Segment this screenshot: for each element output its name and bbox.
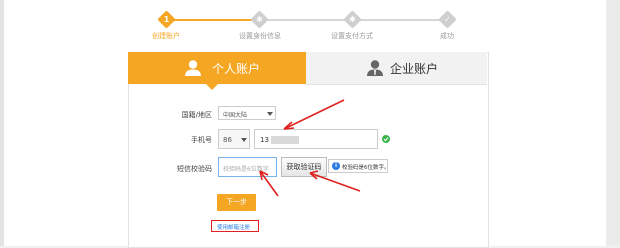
page: 1 ✱ ✱ ✓ 创建账户 设置身份信息 设置支付方式 成功 个人账户 企业账户 … xyxy=(0,0,620,248)
arrow-to-sms-input xyxy=(259,170,279,197)
arrow-to-phone-input xyxy=(283,99,345,130)
annotation-arrows xyxy=(259,99,361,197)
arrow-to-get-code-button xyxy=(309,170,361,192)
